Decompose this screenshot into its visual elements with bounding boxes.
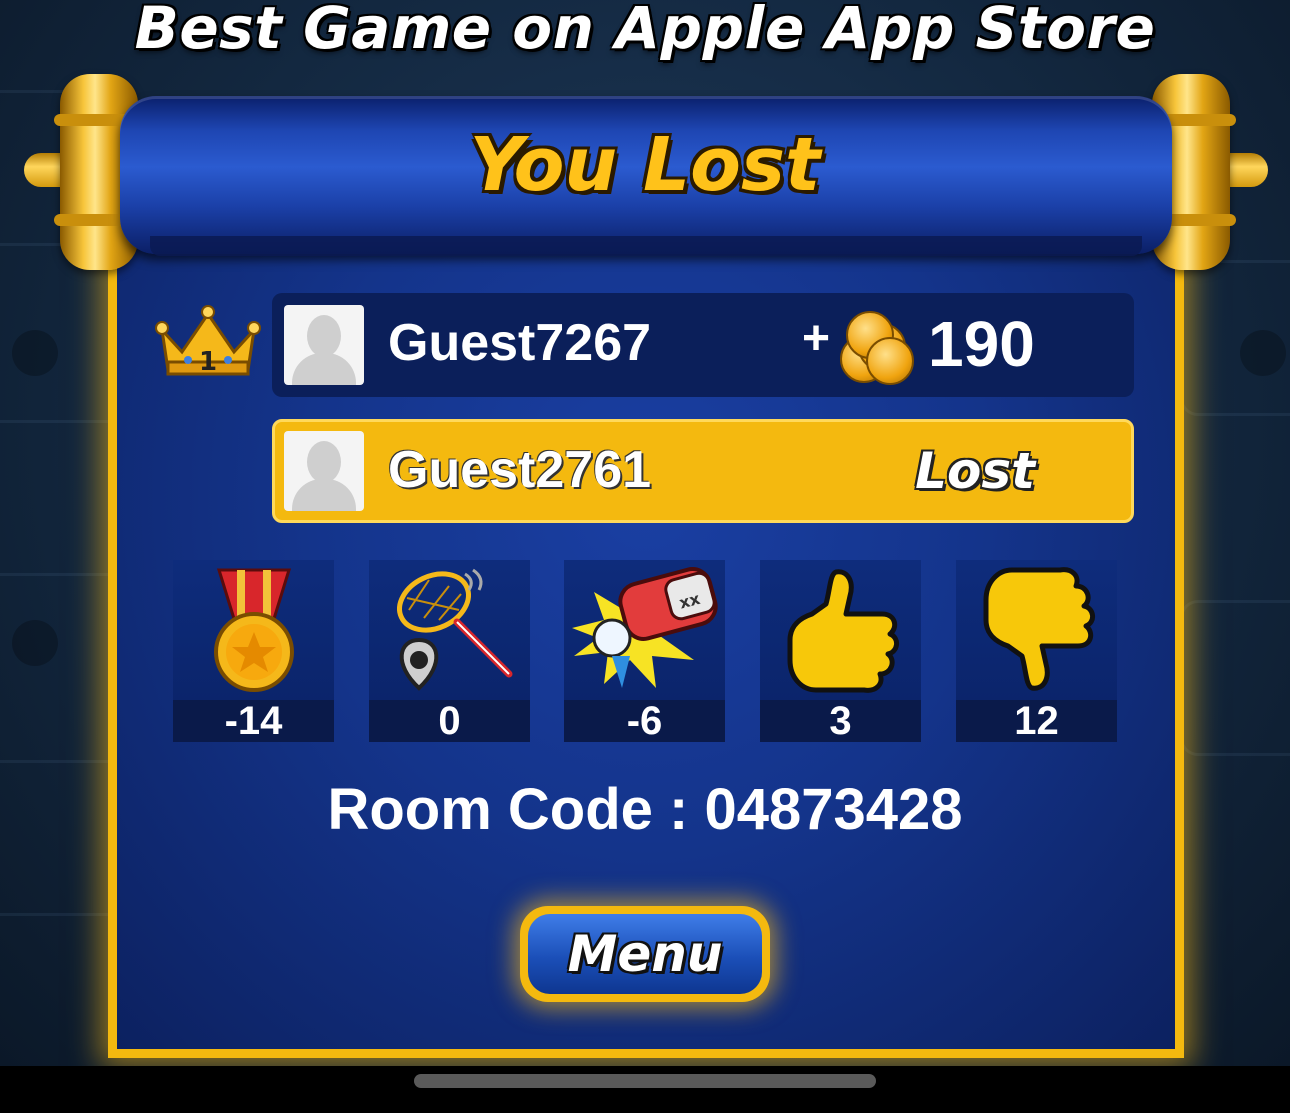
medal-icon [214,568,294,692]
menu-button-label: Menu [528,914,762,994]
stat-value: -14 [173,700,334,742]
player-row-winner: Guest7267 + 190 [272,293,1134,397]
coin-reward: 190 [928,308,1035,380]
player-row-lost: Guest2761 Lost [272,419,1134,523]
knockout-glove-icon: xx [572,567,718,688]
scroll-roll-shadow [150,236,1142,256]
crown-rank: 1 [199,347,217,377]
result-title: You Lost [469,122,821,208]
reward-plus: + [802,312,831,365]
player-name: Guest2761 [388,441,652,499]
stat-medal: -14 [173,560,334,742]
player-name: Guest7267 [388,314,652,372]
stat-value: 0 [369,700,530,742]
coins-icon [836,307,914,385]
home-indicator[interactable] [414,1074,876,1088]
avatar [284,431,364,511]
stat-dislikes: 12 [956,560,1117,742]
thumbs-up-icon [787,569,899,693]
crown-icon: 1 [155,305,261,377]
status-label: Lost [915,442,1035,500]
stat-likes: 3 [760,560,921,742]
stat-value: 3 [760,700,921,742]
stat-value: -6 [564,700,725,742]
stat-capture: 0 [369,560,530,742]
promo-headline: Best Game on Apple App Store [134,0,1156,62]
menu-button[interactable]: Menu [520,906,770,1002]
net-capture-icon [397,568,513,691]
stat-knockout: xx -6 [564,560,725,742]
room-code: Room Code : 04873428 [327,777,963,842]
thumbs-down-icon [983,567,1095,691]
stat-value: 12 [956,700,1117,742]
avatar [284,305,364,385]
